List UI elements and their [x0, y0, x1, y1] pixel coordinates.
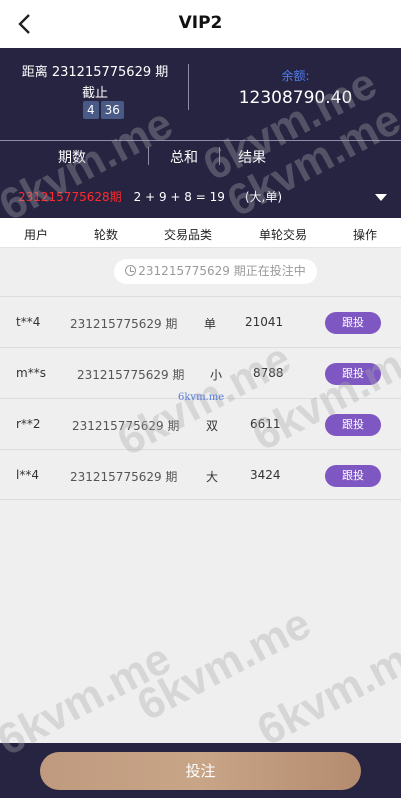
- bet-type: 大: [206, 470, 219, 484]
- bet-amount: 3424: [250, 468, 281, 482]
- tab-single-round[interactable]: 单轮交易: [259, 226, 307, 243]
- bet-type: 单: [204, 317, 217, 331]
- bet-amount: 21041: [245, 315, 284, 329]
- table-row: l**4 231215775629 期 大 3424 跟投: [0, 449, 401, 500]
- betting-status-badge: 231215775629 期正在投注中: [114, 259, 317, 284]
- column-tabs: 用户 轮数 交易品类 单轮交易 操作: [0, 218, 401, 248]
- column-header-result: 结果: [238, 150, 266, 166]
- balance-value: 12308790.40: [238, 88, 353, 108]
- table-row: m**s 231215775629 期 小 8788 跟投: [0, 347, 401, 398]
- sum-expression: 2 + 9 + 8 = 19: [133, 189, 225, 204]
- period-countdown-label: 距离 231215775629 期: [21, 65, 169, 80]
- result-outcome: (大,单): [244, 190, 283, 204]
- caret-down-icon[interactable]: [375, 194, 387, 201]
- info-panel: 距离 231215775629 期 截止 4 36 余额: 12308790.4…: [0, 48, 401, 218]
- latest-period: 231215775628期: [18, 190, 122, 204]
- place-bet-button[interactable]: 投注: [40, 752, 361, 790]
- bet-type: 双: [206, 419, 219, 433]
- countdown: 4 36: [83, 101, 124, 119]
- bet-period: 231215775629 期: [77, 368, 185, 382]
- tab-round[interactable]: 轮数: [94, 226, 118, 243]
- watermark: 6kvm.me: [129, 598, 319, 731]
- cutoff-label: 截止: [81, 86, 108, 101]
- bet-period: 231215775629 期: [70, 317, 178, 331]
- betting-status-text: 231215775629 期正在投注中: [138, 264, 306, 278]
- tab-category[interactable]: 交易品类: [164, 226, 212, 243]
- divider: [148, 147, 149, 165]
- table-row: t**4 231215775629 期 单 21041 跟投: [0, 296, 401, 347]
- follow-bet-button[interactable]: 跟投: [325, 414, 381, 436]
- bet-amount: 6611: [250, 417, 281, 431]
- follow-bet-button[interactable]: 跟投: [325, 312, 381, 334]
- bet-amount: 8788: [253, 366, 284, 380]
- bet-period: 231215775629 期: [70, 470, 178, 484]
- bet-user: t**4: [16, 315, 41, 329]
- divider: [219, 147, 220, 165]
- bet-user: m**s: [16, 366, 46, 380]
- countdown-minutes: 4: [83, 101, 99, 119]
- tab-action[interactable]: 操作: [353, 226, 377, 243]
- bottom-bar: 投注: [0, 743, 401, 798]
- header-bar: VIP2: [0, 0, 401, 48]
- divider: [0, 140, 401, 141]
- follow-bet-button[interactable]: 跟投: [325, 363, 381, 385]
- bet-type: 小: [210, 368, 223, 382]
- countdown-seconds: 36: [100, 101, 124, 119]
- follow-bet-button[interactable]: 跟投: [325, 465, 381, 487]
- watermark: 6kvm.me: [249, 623, 401, 756]
- divider: [188, 64, 189, 110]
- bet-period: 231215775629 期: [72, 419, 180, 433]
- page-title: VIP2: [178, 13, 223, 33]
- clock-icon: [125, 265, 137, 276]
- latest-result-row: 231215775628期 2 + 9 + 8 = 19 (大,单): [18, 188, 282, 205]
- column-header-period: 期数: [58, 150, 86, 166]
- bet-user: r**2: [16, 417, 41, 431]
- balance-label: 余额:: [281, 69, 310, 83]
- column-header-sum: 总和: [170, 150, 198, 166]
- table-row: r**2 231215775629 期 双 6611 跟投: [0, 398, 401, 449]
- bet-user: l**4: [16, 468, 39, 482]
- tab-user[interactable]: 用户: [24, 226, 48, 243]
